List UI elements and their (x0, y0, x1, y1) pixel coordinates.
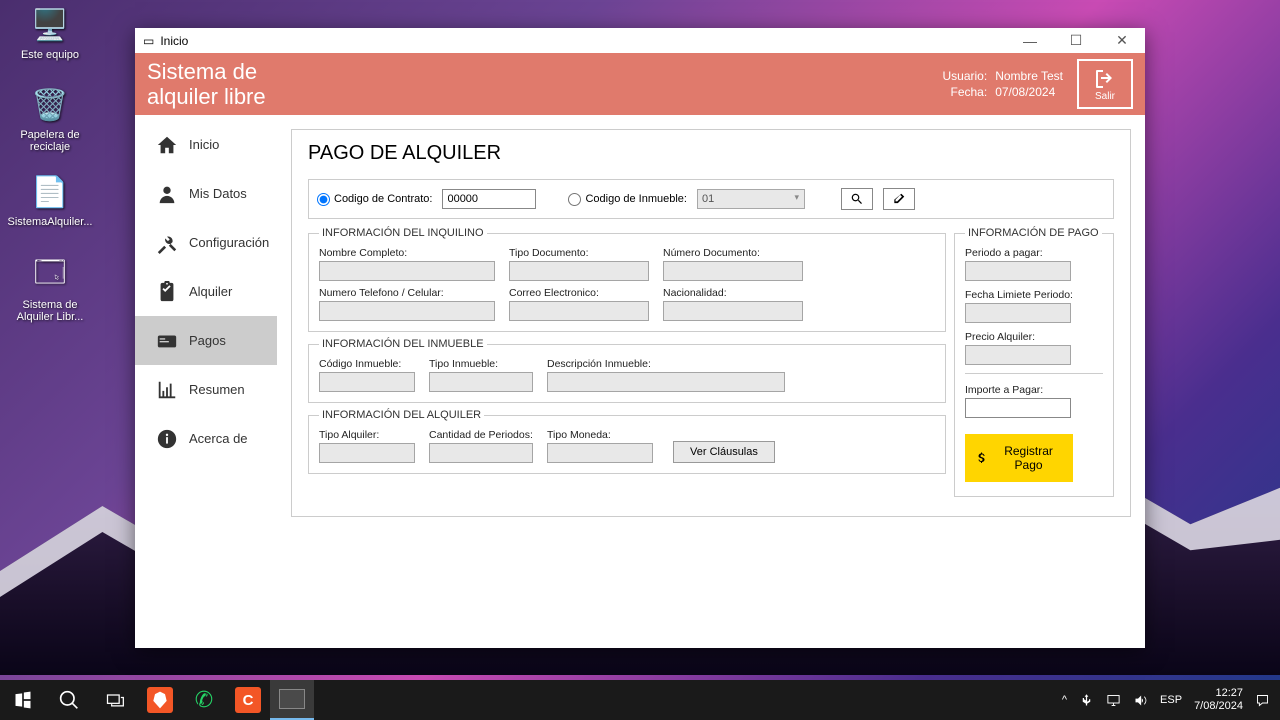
taskbar-whatsapp[interactable]: ✆ (182, 680, 226, 720)
contrato-input[interactable] (442, 189, 536, 209)
exit-icon (1091, 67, 1119, 91)
importe-input[interactable] (965, 398, 1071, 418)
app-window: ▭ Inicio — ☐ ✕ Sistema de alquiler libre… (135, 28, 1145, 648)
exit-button[interactable]: Salir (1077, 59, 1133, 109)
legend-inquilino: INFORMACIÓN DEL INQUILINO (319, 227, 487, 239)
desktop-icon-este-equipo[interactable]: 🖥️ Este equipo (5, 5, 95, 61)
app-window-icon (279, 689, 305, 709)
page-title: PAGO DE ALQUILER (308, 142, 1114, 165)
periodo-field (965, 261, 1071, 281)
radio-inmueble[interactable] (568, 193, 581, 206)
registrar-pago-button[interactable]: Registrar Pago (965, 434, 1073, 482)
minimize-button[interactable]: — (1007, 28, 1053, 53)
app-name: Sistema de alquiler libre (147, 59, 931, 110)
desktop-icon-sistema-libre[interactable]: 🗔 Sistema de Alquiler Libr... (5, 255, 95, 323)
nacionalidad-field (663, 301, 803, 321)
header-info: Usuario:Nombre Test Fecha:07/08/2024 (931, 67, 1063, 101)
telefono-field (319, 301, 495, 321)
radio-contrato[interactable] (317, 193, 330, 206)
tray-chevron[interactable]: ^ (1062, 694, 1067, 706)
fechalim-field (965, 303, 1071, 323)
brave-icon (147, 687, 173, 713)
taskbar: ✆ C ^ ESP 12:27 7/08/2024 (0, 680, 1280, 720)
window-title: Inicio (160, 34, 1007, 48)
clipboard-icon (153, 280, 181, 304)
home-icon (153, 133, 181, 157)
taskview-icon (105, 690, 125, 710)
maximize-button[interactable]: ☐ (1053, 28, 1099, 53)
pc-icon: 🖥️ (30, 5, 70, 45)
precio-field (965, 345, 1071, 365)
volume-icon[interactable] (1133, 693, 1148, 708)
cant-periodos-field (429, 443, 533, 463)
pago-panel: PAGO DE ALQUILER Codigo de Contrato: Cod… (291, 129, 1131, 517)
chart-icon (153, 378, 181, 402)
tipo-inmueble-field (429, 372, 533, 392)
taskbar-app[interactable] (270, 680, 314, 720)
ver-clausulas-button[interactable]: Ver Cláusulas (673, 441, 775, 463)
radio-contrato-label[interactable]: Codigo de Contrato: (317, 193, 432, 206)
camtasia-icon: C (235, 687, 261, 713)
legend-alquiler: INFORMACIÓN DEL ALQUILER (319, 409, 484, 421)
codigo-inmueble-field (319, 372, 415, 392)
nav-resumen[interactable]: Resumen (135, 365, 277, 414)
nav-configuracion[interactable]: Configuración (135, 218, 277, 267)
taskbar-camtasia[interactable]: C (226, 680, 270, 720)
content-area: PAGO DE ALQUILER Codigo de Contrato: Cod… (277, 115, 1145, 648)
payments-icon (153, 329, 181, 353)
usb-icon[interactable] (1079, 693, 1094, 708)
tipo-alquiler-field (319, 443, 415, 463)
user-icon (153, 182, 181, 206)
nav-acerca[interactable]: Acerca de (135, 414, 277, 463)
nombre-field (319, 261, 495, 281)
inmueble-combo (697, 189, 805, 209)
search-icon (850, 192, 864, 206)
app-header: Sistema de alquiler libre Usuario:Nombre… (135, 53, 1145, 115)
numdoc-field (663, 261, 803, 281)
nav-inicio[interactable]: Inicio (135, 120, 277, 169)
fieldset-alquiler: INFORMACIÓN DEL ALQUILER Tipo Alquiler: … (308, 409, 946, 474)
dollar-icon (975, 451, 987, 465)
fieldset-pago: INFORMACIÓN DE PAGO Periodo a pagar: Fec… (954, 227, 1114, 497)
titlebar[interactable]: ▭ Inicio — ☐ ✕ (135, 28, 1145, 53)
fieldset-inmueble: INFORMACIÓN DEL INMUEBLE Código Inmueble… (308, 338, 946, 403)
tipodoc-field (509, 261, 649, 281)
nav-misdatos[interactable]: Mis Datos (135, 169, 277, 218)
nav-alquiler[interactable]: Alquiler (135, 267, 277, 316)
info-icon (153, 427, 181, 451)
correo-field (509, 301, 649, 321)
eraser-icon (892, 192, 906, 206)
legend-pago: INFORMACIÓN DE PAGO (965, 227, 1102, 239)
search-icon (59, 690, 79, 710)
system-tray: ^ ESP 12:27 7/08/2024 (1062, 687, 1280, 712)
tray-lang[interactable]: ESP (1160, 694, 1182, 706)
notifications-icon[interactable] (1255, 693, 1270, 708)
desc-inmueble-field (547, 372, 785, 392)
taskbar-brave[interactable] (138, 680, 182, 720)
radio-inmueble-label[interactable]: Codigo de Inmueble: (568, 193, 687, 206)
tipo-moneda-field (547, 443, 653, 463)
app-icon: 🗔 (30, 255, 70, 295)
close-button[interactable]: ✕ (1099, 28, 1145, 53)
taskview-button[interactable] (92, 680, 138, 720)
tray-clock[interactable]: 12:27 7/08/2024 (1194, 687, 1243, 712)
legend-inmueble: INFORMACIÓN DEL INMUEBLE (319, 338, 487, 350)
tools-icon (153, 231, 181, 255)
trash-icon: 🗑️ (30, 85, 70, 125)
monitor-icon[interactable] (1106, 693, 1121, 708)
file-icon: 📄 (30, 172, 70, 212)
desktop-icon-papelera[interactable]: 🗑️ Papelera de reciclaje (5, 85, 95, 153)
fieldset-inquilino: INFORMACIÓN DEL INQUILINO Nombre Complet… (308, 227, 946, 332)
clear-button[interactable] (883, 188, 915, 210)
search-button[interactable] (841, 188, 873, 210)
desktop-icon-sistema-alquiler[interactable]: 📄 SistemaAlquiler... (5, 172, 95, 228)
search-taskbar-button[interactable] (46, 680, 92, 720)
search-row: Codigo de Contrato: Codigo de Inmueble: (308, 179, 1114, 219)
start-button[interactable] (0, 680, 46, 720)
app-icon-small: ▭ (143, 34, 154, 48)
windows-icon (13, 690, 33, 710)
whatsapp-icon: ✆ (195, 687, 213, 713)
sidebar: Inicio Mis Datos Configuración Alquiler … (135, 115, 277, 648)
nav-pagos[interactable]: Pagos (135, 316, 277, 365)
